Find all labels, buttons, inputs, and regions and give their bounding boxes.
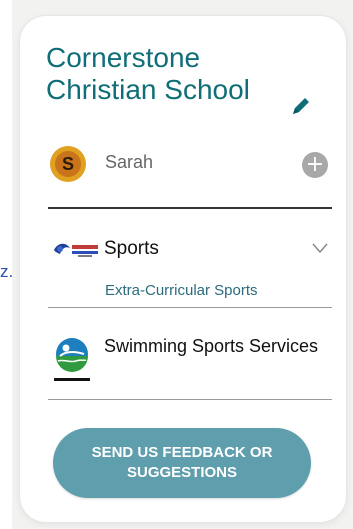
plus-circle-icon[interactable]: + <box>302 152 328 178</box>
divider <box>48 399 332 400</box>
divider <box>48 207 332 209</box>
menu-item-swimming[interactable]: Swimming Sports Services <box>48 332 332 392</box>
avatar-letter: S <box>55 151 81 177</box>
chevron-down-icon[interactable] <box>310 238 330 258</box>
menu-item-sports[interactable]: Sports <box>48 234 332 268</box>
avatar[interactable]: S <box>50 146 86 182</box>
submenu-item-extra-curricular[interactable]: Extra-Curricular Sports <box>105 282 258 299</box>
school-menu-card: Cornerstone Christian School S Sarah + S… <box>20 16 346 522</box>
pencil-icon[interactable] <box>290 95 312 117</box>
menu-item-label: Sports <box>104 238 159 259</box>
background-text-fragment: z. <box>0 262 14 281</box>
feedback-button[interactable]: SEND US FEEDBACK OR SUGGESTIONS <box>53 428 311 498</box>
swim-logo-icon <box>52 336 92 384</box>
sports-logo-icon <box>52 240 102 260</box>
menu-item-label: Swimming Sports Services <box>104 336 319 356</box>
user-name[interactable]: Sarah <box>105 152 153 173</box>
school-name: Cornerstone Christian School <box>46 42 250 105</box>
divider <box>48 307 332 308</box>
user-row[interactable]: S Sarah + <box>47 146 334 184</box>
